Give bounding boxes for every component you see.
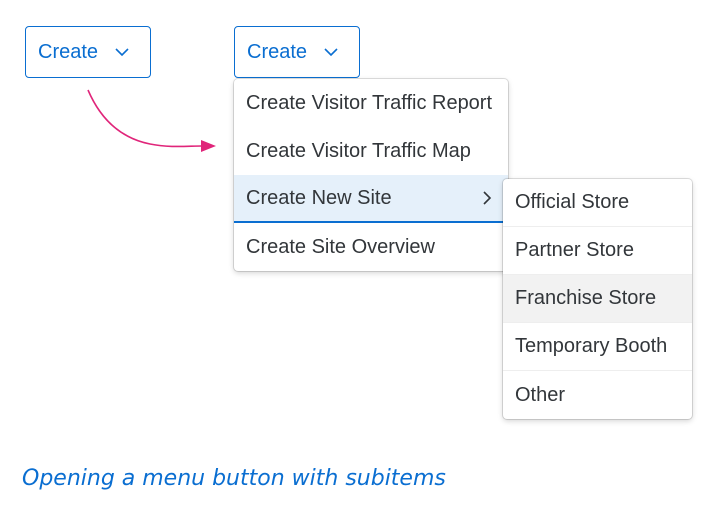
submenu-item-label: Temporary Booth	[515, 335, 668, 357]
submenu-item-label: Partner Store	[515, 239, 634, 261]
create-button-label: Create	[38, 41, 99, 63]
submenu-item-temporary-booth[interactable]: Temporary Booth	[503, 323, 692, 371]
menu-item-create-visitor-traffic-map[interactable]: Create Visitor Traffic Map	[234, 127, 508, 175]
chevron-down-icon	[114, 44, 130, 60]
annotation-arrow	[87, 89, 216, 152]
menu-item-create-new-site[interactable]: Create New Site	[234, 175, 508, 223]
create-menu-button-closed[interactable]: Create	[25, 26, 151, 78]
create-dropdown-menu: Create Visitor Traffic Report Create Vis…	[234, 79, 508, 271]
submenu-item-partner-store[interactable]: Partner Store	[503, 227, 692, 275]
submenu-item-franchise-store[interactable]: Franchise Store	[503, 275, 692, 323]
menu-item-label: Create Visitor Traffic Report	[246, 91, 493, 114]
menu-item-create-site-overview[interactable]: Create Site Overview	[234, 223, 508, 271]
chevron-right-icon	[482, 190, 494, 206]
submenu-item-other[interactable]: Other	[503, 371, 692, 419]
menu-item-create-visitor-traffic-report[interactable]: Create Visitor Traffic Report	[234, 79, 508, 127]
submenu-item-label: Other	[515, 383, 566, 406]
stage: Create Create Create Visitor Traffic Rep…	[0, 0, 726, 516]
menu-item-label: Create Site Overview	[246, 235, 435, 258]
create-new-site-submenu: Official Store Partner Store Franchise S…	[503, 179, 692, 419]
figure-caption: Opening a menu button with subitems	[22, 466, 446, 491]
create-button-label: Create	[247, 41, 308, 63]
menu-item-label: Create New Site	[246, 186, 392, 209]
create-menu-button-open[interactable]: Create	[234, 26, 360, 78]
chevron-down-icon	[323, 44, 339, 60]
submenu-item-official-store[interactable]: Official Store	[503, 179, 692, 227]
submenu-item-label: Franchise Store	[515, 287, 657, 309]
submenu-item-label: Official Store	[515, 191, 630, 213]
menu-item-label: Create Visitor Traffic Map	[246, 139, 471, 162]
